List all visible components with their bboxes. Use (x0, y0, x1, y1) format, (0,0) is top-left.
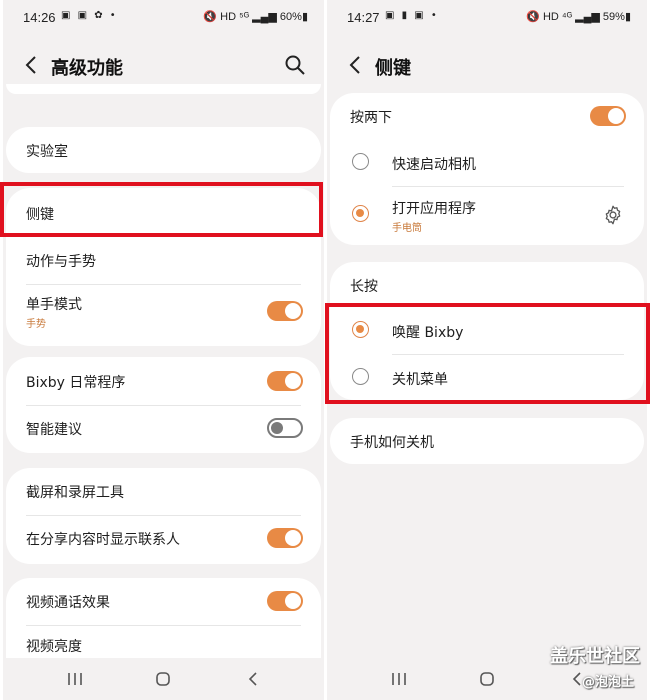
notification-icons: ▣ ▮ ▣ • (385, 10, 439, 21)
back-arrow-icon[interactable] (345, 54, 367, 76)
one-hand-mode-toggle[interactable] (267, 301, 303, 321)
smart-suggestions-toggle[interactable] (267, 418, 303, 438)
motions-gestures-item[interactable]: 动作与手势 (6, 237, 321, 283)
status-time: 14:27 (347, 10, 380, 25)
status-bar: 14:26 ▣ ▣ ✿ • 🔇 HD ⁵ᴳ ▂▄▆ 60%▮ (3, 0, 324, 34)
notification-icons: ▣ ▣ ✿ • (61, 10, 118, 21)
share-contacts-label: 在分享内容时显示联系人 (26, 532, 180, 548)
system-status-icons: 🔇 HD ⁴ᴳ ▂▄▆ 59%▮ (526, 11, 631, 23)
page-title: 高级功能 (51, 58, 123, 79)
long-press-label: 长按 (350, 279, 378, 295)
radio-button[interactable] (352, 153, 369, 170)
quick-launch-camera-option[interactable]: 快速启动相机 (330, 140, 644, 186)
open-app-label: 打开应用程序 (392, 201, 476, 217)
system-status-icons: 🔇 HD ⁵ᴳ ▂▄▆ 60%▮ (203, 11, 308, 23)
divider (392, 186, 624, 187)
status-time: 14:26 (23, 10, 56, 25)
double-press-toggle[interactable] (590, 106, 626, 126)
settings-card-share: 截屏和录屏工具 在分享内容时显示联系人 (6, 468, 321, 564)
double-press-item[interactable]: 按两下 (330, 93, 644, 139)
back-nav-icon[interactable] (243, 670, 263, 688)
recent-apps-icon[interactable] (65, 670, 85, 688)
how-to-power-off-label: 手机如何关机 (350, 435, 434, 451)
highlight-box-side-key (0, 182, 323, 237)
one-hand-mode-sublabel: 手势 (26, 319, 46, 330)
bixby-routines-item[interactable]: Bixby 日常程序 (6, 358, 321, 404)
app-header: 侧键 (327, 46, 647, 86)
status-bar: 14:27 ▣ ▮ ▣ • 🔇 HD ⁴ᴳ ▂▄▆ 59%▮ (327, 0, 647, 34)
open-app-sublabel: 手电筒 (392, 223, 422, 234)
double-press-label: 按两下 (350, 110, 392, 126)
search-icon[interactable] (284, 54, 306, 76)
double-press-card: 按两下 快速启动相机 打开应用程序 手电筒 (330, 93, 644, 245)
bixby-routines-label: Bixby 日常程序 (26, 375, 126, 391)
video-call-effects-item[interactable]: 视频通话效果 (6, 578, 321, 624)
settings-card-video: 视频通话效果 视频亮度 (6, 578, 321, 668)
back-arrow-icon[interactable] (21, 54, 43, 76)
page-title: 侧键 (375, 58, 411, 79)
settings-card-bixby: Bixby 日常程序 智能建议 (6, 357, 321, 453)
highlight-box-long-press (325, 303, 650, 404)
settings-card-clipped (6, 84, 321, 94)
one-hand-mode-item[interactable]: 单手模式 手势 (6, 288, 321, 334)
divider (26, 284, 301, 285)
watermark-title: 盖乐世社区 (550, 646, 640, 667)
radio-button-selected[interactable] (352, 205, 369, 222)
video-brightness-label: 视频亮度 (26, 639, 82, 655)
recent-apps-icon[interactable] (389, 670, 409, 688)
how-to-power-off-item[interactable]: 手机如何关机 (330, 418, 644, 464)
open-app-option[interactable]: 打开应用程序 手电筒 (330, 192, 644, 238)
long-press-header: 长按 (330, 262, 644, 308)
how-to-power-off-card: 手机如何关机 (330, 418, 644, 464)
settings-card-lab: 实验室 (6, 127, 321, 173)
video-call-effects-toggle[interactable] (267, 591, 303, 611)
lab-item[interactable]: 实验室 (6, 127, 321, 173)
one-hand-mode-label: 单手模式 (26, 297, 82, 313)
watermark-handle: @泡泡土 (581, 675, 634, 690)
navigation-bar (3, 658, 324, 700)
app-header: 高级功能 (3, 46, 324, 86)
gear-icon[interactable] (602, 204, 624, 226)
bixby-routines-toggle[interactable] (267, 371, 303, 391)
video-call-effects-label: 视频通话效果 (26, 595, 110, 611)
quick-launch-camera-label: 快速启动相机 (392, 157, 476, 173)
lab-label: 实验室 (26, 144, 68, 160)
share-contacts-item[interactable]: 在分享内容时显示联系人 (6, 515, 321, 561)
smart-suggestions-item[interactable]: 智能建议 (6, 405, 321, 451)
home-icon[interactable] (477, 670, 497, 688)
home-icon[interactable] (153, 670, 173, 688)
motions-gestures-label: 动作与手势 (26, 254, 96, 270)
smart-suggestions-label: 智能建议 (26, 422, 82, 438)
share-contacts-toggle[interactable] (267, 528, 303, 548)
screenshot-tools-label: 截屏和录屏工具 (26, 485, 124, 501)
left-screen: 14:26 ▣ ▣ ✿ • 🔇 HD ⁵ᴳ ▂▄▆ 60%▮ 高级功能 实验室 … (3, 0, 324, 700)
screenshot-tools-item[interactable]: 截屏和录屏工具 (6, 468, 321, 514)
